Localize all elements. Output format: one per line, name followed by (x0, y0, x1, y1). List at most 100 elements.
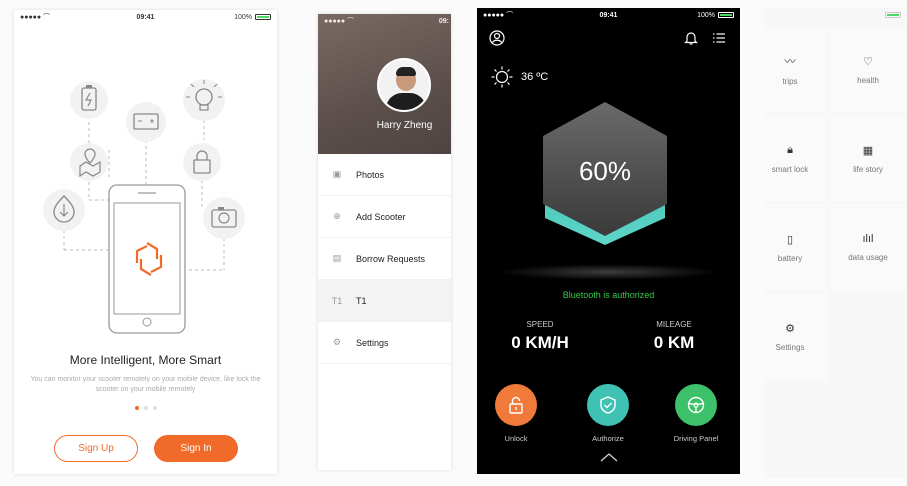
authorize-label: Authorize (592, 434, 624, 443)
tile-settings[interactable]: ⚙ Settings (764, 293, 828, 380)
speed-value: 0 KM/H (511, 333, 569, 352)
gear-icon: ⚙ (785, 322, 795, 335)
shield-icon[interactable] (587, 384, 629, 426)
speed-stat: SPEED 0 KM/H (495, 320, 585, 353)
tile-life-story[interactable]: ▦ life story (830, 115, 906, 202)
feature-illustration (43, 79, 245, 334)
t1-icon: T1 (331, 295, 343, 306)
menu-item-label: Add Scooter (356, 211, 406, 222)
status-bar: ●●●●● ⌒ 09:41 100% (14, 10, 277, 24)
battery-tile-icon: ▯ (786, 233, 794, 246)
page-dot-active[interactable] (134, 406, 139, 410)
top-bar (489, 30, 726, 48)
signal-indicator: ●●●●● ⌒ (20, 14, 51, 21)
mileage-stat: MILEAGE 0 KM (629, 320, 719, 353)
page-dot[interactable] (143, 406, 148, 410)
add-icon: ⊕ (333, 211, 341, 221)
tile-label: life story (853, 164, 883, 174)
dashboard-screen: ●●●●● ⌒ 09:41 100% 36 ºC 60% Bluetooth i… (477, 8, 740, 474)
tile-data-usage[interactable]: ılıl data usage (830, 204, 906, 291)
mileage-value: 0 KM (653, 333, 695, 352)
trips-icon: 〰 (784, 56, 796, 68)
status-time: 09: (438, 17, 449, 25)
battery-feature-icon (70, 81, 108, 119)
menu-item-label: Photos (356, 169, 385, 180)
menu-item-label: Borrow Requests (356, 253, 426, 264)
signal-indicator: ●●●●● ⌒ (483, 12, 514, 19)
health-icon: ♡ (863, 55, 873, 68)
driving-panel-label: Driving Panel (673, 434, 719, 443)
battery-icon (885, 12, 901, 18)
bar-chart-icon: ılıl (862, 233, 874, 245)
profile-icon[interactable] (489, 30, 505, 46)
battery-percent: 100% (234, 13, 252, 21)
unlock-button[interactable]: Unlock (481, 384, 551, 443)
lock-feature-icon (183, 143, 221, 181)
tile-battery[interactable]: ▯ battery (764, 204, 828, 291)
bluetooth-status: Bluetooth is authorized (562, 290, 655, 300)
avatar[interactable] (377, 58, 431, 112)
menu-item-label: T1 (356, 295, 367, 306)
tile-label: Settings (775, 342, 805, 352)
menu-list-icon[interactable] (712, 32, 726, 44)
status-bar (764, 8, 907, 22)
battery-icon (718, 12, 734, 18)
sign-up-button[interactable]: Sign Up (54, 435, 138, 462)
lightbulb-feature-icon (183, 79, 225, 121)
temperature: 36 ºC (521, 71, 549, 83)
menu-item-borrow-requests[interactable]: ▤ Borrow Requests (318, 238, 451, 280)
document-icon: ▤ (332, 253, 342, 263)
phone-illustration (108, 184, 186, 334)
tile-smart-lock[interactable]: 🔒︎ smart lock (764, 115, 828, 202)
unlock-icon[interactable] (495, 384, 537, 426)
battery-percentage: 60% (578, 156, 632, 186)
page-dot[interactable] (152, 406, 157, 410)
status-bar: ●●●●● ⌒ 09:41 100% (477, 8, 740, 22)
tile-health[interactable]: ♡ health (830, 26, 906, 113)
speed-label: SPEED (526, 320, 554, 329)
battery-icon (255, 14, 271, 20)
sun-icon (491, 66, 513, 88)
battery-percent: 100% (697, 11, 715, 19)
lock-icon: 🔒︎ (787, 143, 793, 156)
calendar-icon: ▦ (862, 144, 874, 157)
tile-label: trips (782, 77, 798, 86)
steering-wheel-icon[interactable] (675, 384, 717, 426)
gear-icon: ⚙ (332, 337, 342, 347)
tile-trips[interactable]: 〰 trips (764, 26, 828, 113)
tile-label: battery (777, 253, 803, 263)
authorize-button[interactable]: Authorize (573, 384, 643, 443)
app-screens-showcase: ●●●●● ⌒ 09:41 100% More Intelligent, Mor… (0, 0, 907, 486)
weather-widget: 36 ºC (491, 66, 548, 88)
floor-glow (497, 264, 720, 280)
bell-icon[interactable] (684, 30, 698, 46)
side-menu: ▣ Photos ⊕ Add Scooter ▤ Borrow Requests… (318, 154, 451, 364)
chevron-up-icon[interactable] (477, 452, 740, 462)
onboarding-description: You can monitor your scooter remotely on… (30, 376, 261, 393)
map-pin-feature-icon (70, 143, 108, 181)
menu-item-add-scooter[interactable]: ⊕ Add Scooter (318, 196, 451, 238)
battery-hexagon[interactable]: 60% (539, 100, 671, 245)
camera-feature-icon (203, 197, 245, 239)
unlock-label: Unlock (504, 434, 528, 443)
tile-label: smart lock (771, 164, 809, 174)
menu-item-settings[interactable]: ⚙ Settings (318, 322, 451, 364)
status-time: 09:41 (136, 13, 155, 21)
menu-item-label: Settings (356, 337, 389, 348)
page-indicator[interactable] (14, 406, 277, 410)
sign-in-button[interactable]: Sign In (154, 435, 238, 462)
download-feature-icon (43, 189, 85, 231)
driving-panel-button[interactable]: Driving Panel (661, 384, 731, 443)
status-time: 09:41 (599, 11, 618, 19)
onboarding-title: More Intelligent, More Smart (69, 353, 222, 367)
side-menu-screen: ●●●●● ⌒ 09: Harry Zheng ▣ Photos ⊕ Add S… (318, 14, 451, 470)
tile-label: data usage (848, 253, 888, 262)
signal-indicator: ●●●●● ⌒ (324, 18, 355, 25)
menu-item-t1[interactable]: T1 T1 (318, 280, 451, 322)
onboarding-screen: ●●●●● ⌒ 09:41 100% More Intelligent, Mor… (14, 10, 277, 474)
menu-item-photos[interactable]: ▣ Photos (318, 154, 451, 196)
mileage-label: MILEAGE (656, 320, 692, 329)
feature-grid-screen: 〰 trips ♡ health 🔒︎ smart lock ▦ life st… (764, 8, 907, 478)
profile-header: ●●●●● ⌒ 09: Harry Zheng (318, 14, 451, 154)
user-name: Harry Zheng (376, 120, 433, 131)
